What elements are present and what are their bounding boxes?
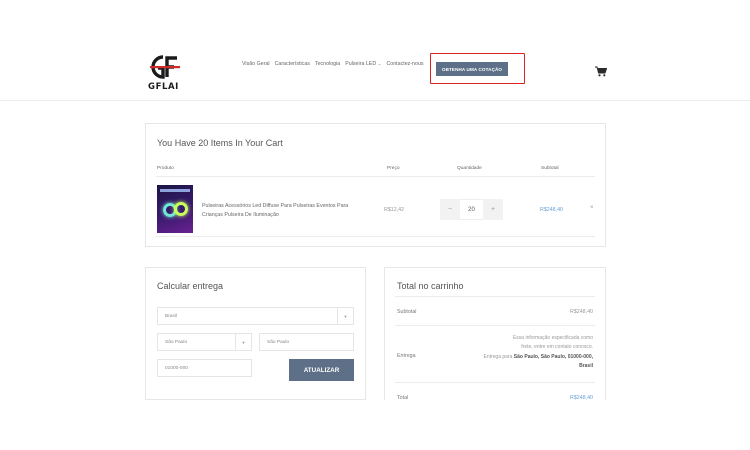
totals-title-divider xyxy=(395,296,595,297)
cart-panel: You Have 20 Items In Your Cart Produto P… xyxy=(145,123,606,247)
subtotal-label: Subtotal xyxy=(397,309,417,315)
nav-item-led-bracelet[interactable]: Pulseira LED ⌄ xyxy=(345,61,381,67)
state-select-value: São Paulo xyxy=(165,339,188,345)
gflai-logo-icon xyxy=(150,55,180,79)
nav-item-led-bracelet-label: Pulseira LED xyxy=(345,61,377,67)
remove-item-icon[interactable]: × xyxy=(590,205,594,211)
country-select-value: Brasil xyxy=(165,313,177,319)
chevron-down-icon: ⌄ xyxy=(377,61,382,66)
logo-text: GFLAI xyxy=(148,82,179,92)
column-header-quantity: Quantidade xyxy=(457,166,482,171)
shipping-calculator-panel: Calcular entrega Brasil ▼ São Paulo ▼ Sã… xyxy=(145,267,366,400)
city-input[interactable]: São Paulo xyxy=(259,333,354,351)
quantity-input[interactable]: 20 xyxy=(460,199,483,220)
country-select[interactable]: Brasil ▼ xyxy=(157,307,354,325)
thumbnail-banner xyxy=(160,189,190,192)
nav-item-features[interactable]: Características xyxy=(275,61,310,67)
chevron-down-icon: ▼ xyxy=(235,334,251,350)
bracelet-ring-yellow xyxy=(174,202,188,216)
row-divider xyxy=(156,236,595,237)
quantity-increment-button[interactable]: + xyxy=(483,199,503,220)
product-name-link[interactable]: Pulseiras Acessórios Led Diffuse Para Pu… xyxy=(202,202,362,220)
get-quote-button[interactable]: OBTENHA UMA COTAÇÃO xyxy=(436,62,508,76)
update-shipping-button[interactable]: ATUALIZAR xyxy=(289,359,354,381)
shipping-info: Essa informação especificada como frete,… xyxy=(483,334,593,371)
brand-logo[interactable]: GFLAI xyxy=(148,54,182,94)
shipping-divider xyxy=(395,382,595,383)
nav-item-contact[interactable]: Contactez-nous xyxy=(386,61,423,67)
line-subtotal: R$248,40 xyxy=(540,207,563,213)
postcode-input[interactable]: 01000-000 xyxy=(157,359,252,377)
subtotal-value: R$248,40 xyxy=(570,309,593,315)
subtotal-divider xyxy=(395,325,595,326)
main-nav: Visão Geral Características Tecnologia P… xyxy=(242,61,424,67)
nav-item-technology[interactable]: Tecnologia xyxy=(315,61,340,67)
column-header-price: Preço xyxy=(387,166,400,171)
shipping-destination: Entrega para São Paulo, São Paulo, 01000… xyxy=(483,353,593,372)
quantity-decrement-button[interactable]: − xyxy=(440,199,460,220)
shipping-destination-address: São Paulo, São Paulo, 01000-000, Brasil xyxy=(513,353,593,369)
total-label: Total xyxy=(397,395,409,401)
shipping-title: Calcular entrega xyxy=(157,281,224,291)
shipping-note-line-2: frete, entre em contato conosco. xyxy=(521,344,593,351)
header-divider xyxy=(156,176,595,177)
site-header: GFLAI Visão Geral Características Tecnol… xyxy=(0,0,750,101)
nav-item-overview[interactable]: Visão Geral xyxy=(242,61,270,67)
shipping-destination-prefix: Entrega para xyxy=(483,353,514,360)
product-thumbnail[interactable] xyxy=(157,185,193,233)
cart-totals-panel: Total no carrinho Subtotal R$248,40 Entr… xyxy=(384,267,606,401)
total-value: R$248,40 xyxy=(570,395,593,401)
quantity-stepper: − 20 + xyxy=(440,199,503,220)
shipping-label: Entrega xyxy=(397,353,416,359)
shopping-cart-icon[interactable] xyxy=(595,66,607,77)
column-header-product: Produto xyxy=(157,166,174,171)
state-select[interactable]: São Paulo ▼ xyxy=(157,333,252,351)
cart-title: You Have 20 Items In Your Cart xyxy=(157,138,283,148)
shipping-note-line-1: Essa informação especificada como xyxy=(512,335,593,341)
totals-title: Total no carrinho xyxy=(397,281,464,291)
product-price: R$12,42 xyxy=(384,207,405,213)
column-header-subtotal: Subtotal xyxy=(541,166,559,171)
chevron-down-icon: ▼ xyxy=(337,308,353,324)
